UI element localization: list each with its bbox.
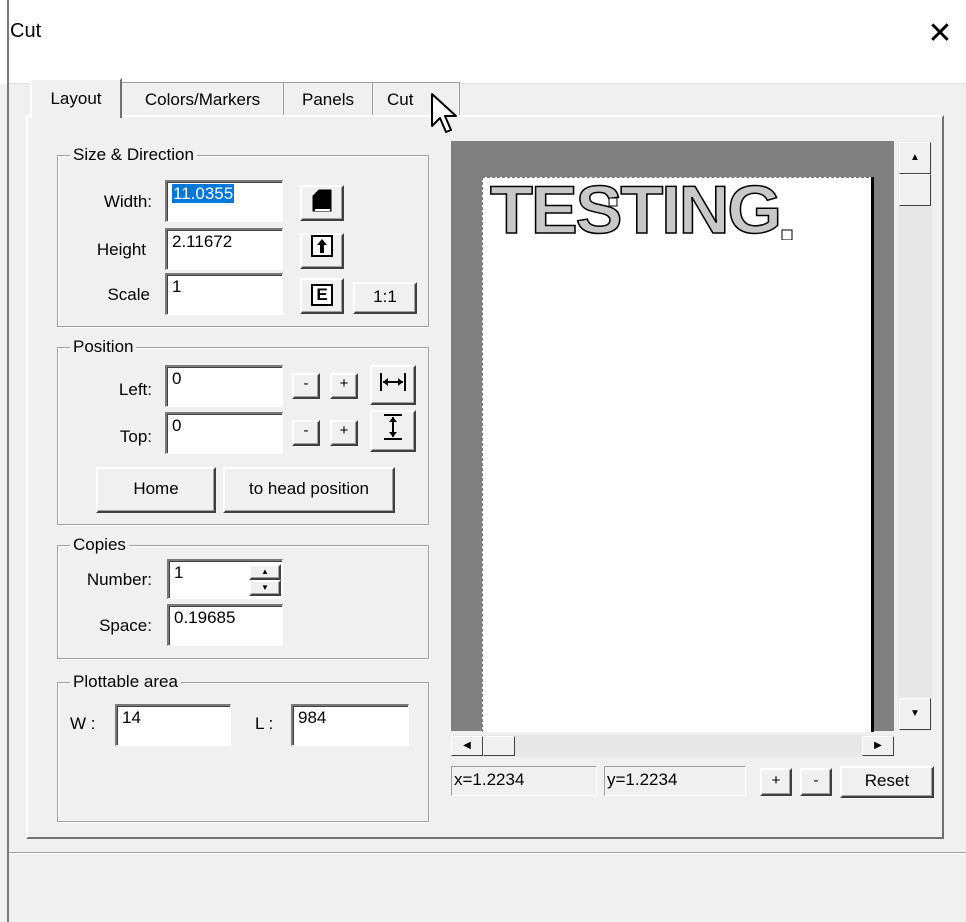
vertical-scroll-thumb[interactable]	[899, 174, 931, 206]
l-field[interactable]: 984	[291, 704, 409, 746]
top-plus-button[interactable]: +	[330, 420, 358, 446]
number-label: Number:	[86, 570, 152, 589]
paper-direction-icon	[312, 189, 332, 212]
e-icon: E	[311, 284, 333, 306]
close-button[interactable]: ✕	[920, 14, 960, 54]
top-label: Top:	[119, 427, 152, 446]
tab-panels[interactable]: Panels	[283, 82, 373, 116]
mirror-button[interactable]: E	[300, 278, 344, 314]
scroll-right-icon: ▶	[874, 740, 882, 751]
to-head-position-button[interactable]: to head position	[223, 467, 395, 513]
y-coordinate-readout: y=1.2234	[604, 766, 746, 796]
spin-down-icon: ▼	[261, 583, 269, 592]
tab-layout[interactable]: Layout	[30, 78, 122, 118]
scroll-right-button[interactable]: ▶	[862, 736, 894, 756]
bottom-divider-highlight	[9, 853, 966, 854]
left-label: Left:	[118, 380, 152, 399]
preview-text: TESTING	[490, 178, 780, 240]
center-horizontal-button[interactable]	[370, 365, 416, 405]
scale-label: Scale	[107, 285, 150, 304]
center-vertical-button[interactable]	[370, 410, 416, 452]
preview-graphic[interactable]: TESTING	[486, 178, 796, 240]
horizontal-scroll-thumb[interactable]	[483, 736, 515, 756]
number-spin-up[interactable]: ▲	[249, 564, 281, 580]
number-spin-down[interactable]: ▼	[249, 580, 281, 596]
x-coordinate-readout: x=1.2234	[451, 766, 597, 796]
one-to-one-button[interactable]: 1:1	[353, 282, 417, 314]
plottable-area-legend: Plottable area	[70, 672, 181, 692]
left-plus-button[interactable]: +	[330, 373, 358, 399]
top-field[interactable]: 0	[165, 412, 283, 454]
preview-paper	[482, 177, 874, 732]
space-field[interactable]: 0.19685	[167, 604, 283, 646]
width-label: Width:	[103, 192, 152, 211]
selection-handle-center[interactable]	[608, 197, 618, 207]
rotate-up-button[interactable]	[300, 233, 344, 269]
left-field[interactable]: 0	[165, 365, 283, 407]
zoom-out-button[interactable]: -	[800, 768, 832, 796]
horizontal-scrollbar[interactable]	[451, 735, 894, 757]
window-title: Cut	[10, 20, 42, 42]
tab-colors-markers[interactable]: Colors/Markers	[121, 82, 284, 116]
horizontal-center-icon	[380, 373, 406, 391]
scroll-left-button[interactable]: ◀	[451, 736, 483, 756]
scroll-up-icon: ▲	[910, 152, 920, 163]
width-field[interactable]: 11.0355	[165, 180, 283, 222]
selection-handle-corner[interactable]	[781, 229, 793, 240]
scroll-down-icon: ▼	[910, 708, 920, 719]
direction-button[interactable]	[300, 185, 344, 221]
width-value: 11.0355	[172, 184, 235, 203]
height-label: Height	[96, 240, 146, 259]
l-label: L :	[255, 714, 274, 733]
w-label: W :	[70, 714, 96, 733]
plottable-area-group	[57, 682, 429, 822]
left-minus-button[interactable]: -	[292, 373, 320, 399]
height-field[interactable]: 2.11672	[165, 228, 283, 270]
window-left-edge	[7, 0, 9, 922]
space-label: Space:	[99, 616, 152, 635]
copies-legend: Copies	[70, 535, 129, 555]
paper-right-edge	[871, 177, 874, 732]
arrow-up-icon	[311, 235, 333, 257]
size-direction-legend: Size & Direction	[70, 145, 197, 165]
vertical-scrollbar[interactable]	[898, 141, 932, 731]
vertical-center-icon	[384, 414, 402, 440]
spin-up-icon: ▲	[261, 567, 269, 576]
scroll-down-button[interactable]: ▼	[899, 698, 931, 730]
zoom-in-button[interactable]: +	[760, 768, 792, 796]
position-legend: Position	[70, 337, 137, 357]
mouse-cursor-icon	[431, 93, 457, 133]
top-minus-button[interactable]: -	[292, 420, 320, 446]
scroll-left-icon: ◀	[463, 740, 471, 751]
scale-field[interactable]: 1	[165, 273, 283, 315]
scroll-up-button[interactable]: ▲	[899, 142, 931, 174]
title-bar	[0, 0, 966, 84]
home-button[interactable]: Home	[96, 467, 216, 513]
reset-button[interactable]: Reset	[840, 766, 934, 798]
w-field[interactable]: 14	[115, 704, 231, 746]
